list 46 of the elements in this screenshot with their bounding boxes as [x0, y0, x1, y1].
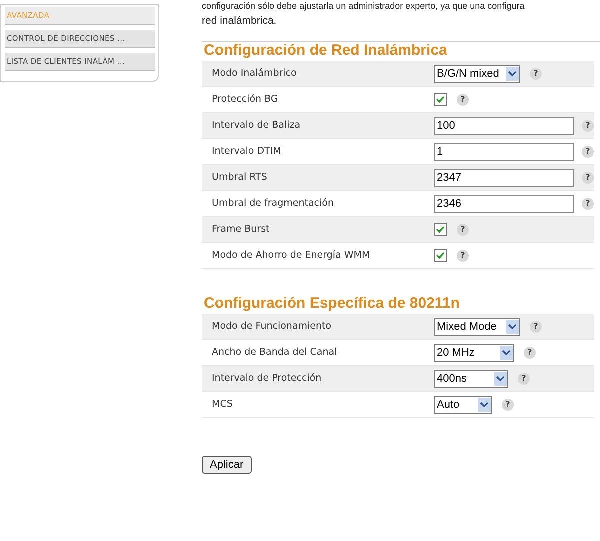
dropdown[interactable]: B/G/N mixed [434, 64, 520, 82]
field-label: Umbral de fragmentación [211, 198, 335, 209]
section-title: Configuración Específica de 80211n [203, 295, 461, 314]
help-icon[interactable]: ? [582, 198, 594, 210]
help-icon[interactable]: ? [457, 94, 469, 106]
input-field[interactable]: 2346 [434, 194, 574, 212]
dropdown[interactable]: 20 MHz [434, 344, 514, 362]
help-icon[interactable]: ? [457, 224, 469, 236]
checkbox[interactable] [434, 93, 447, 106]
caret-icon [500, 346, 513, 360]
intro-text: configuración sólo debe ajustarla un administrador experto, ya que una configura [202, 0, 526, 12]
help-icon[interactable]: ? [457, 250, 469, 262]
field-label: Modo de Ahorro de Energía WMM [211, 250, 372, 261]
field-label: Umbral RTS [211, 172, 268, 183]
dropdown[interactable]: Auto [434, 396, 492, 414]
field-label: Ancho de Banda del Canal [211, 347, 338, 358]
help-icon[interactable]: ? [530, 68, 542, 80]
section-title: Configuración de Red Inalámbrica [203, 42, 448, 61]
input-field[interactable]: 2347 [434, 168, 574, 186]
caret-icon [506, 66, 519, 80]
checkbox[interactable] [434, 249, 447, 262]
help-icon[interactable]: ? [518, 372, 530, 384]
field-label: Modo de Funcionamiento [211, 321, 333, 332]
field-label: MCS [211, 399, 234, 410]
help-icon[interactable]: ? [582, 172, 594, 184]
field-label: Frame Burst [211, 224, 271, 235]
dropdown[interactable]: 400ns [434, 370, 508, 388]
field-label: Protección BG [211, 94, 280, 105]
apply-button[interactable]: Aplicar [202, 456, 252, 474]
field-label: Modo Inalámbrico [211, 68, 298, 79]
help-icon[interactable]: ? [524, 346, 536, 358]
help-icon[interactable]: ? [502, 398, 514, 410]
caret-icon [478, 398, 491, 412]
help-icon[interactable]: ? [582, 120, 594, 132]
caret-icon [494, 372, 507, 386]
field-label: Intervalo DTIM [211, 146, 282, 157]
checkbox[interactable] [434, 223, 447, 236]
intro-text: red inalámbrica. [202, 14, 278, 29]
help-icon[interactable]: ? [582, 146, 594, 158]
field-label: Intervalo de Protección [211, 373, 323, 384]
help-icon[interactable]: ? [530, 320, 542, 332]
input-field[interactable]: 100 [434, 116, 574, 134]
input-field[interactable]: 1 [434, 142, 574, 160]
field-label: Intervalo de Baliza [211, 120, 302, 131]
caret-icon [506, 320, 519, 334]
dropdown[interactable]: Mixed Mode [434, 318, 520, 336]
